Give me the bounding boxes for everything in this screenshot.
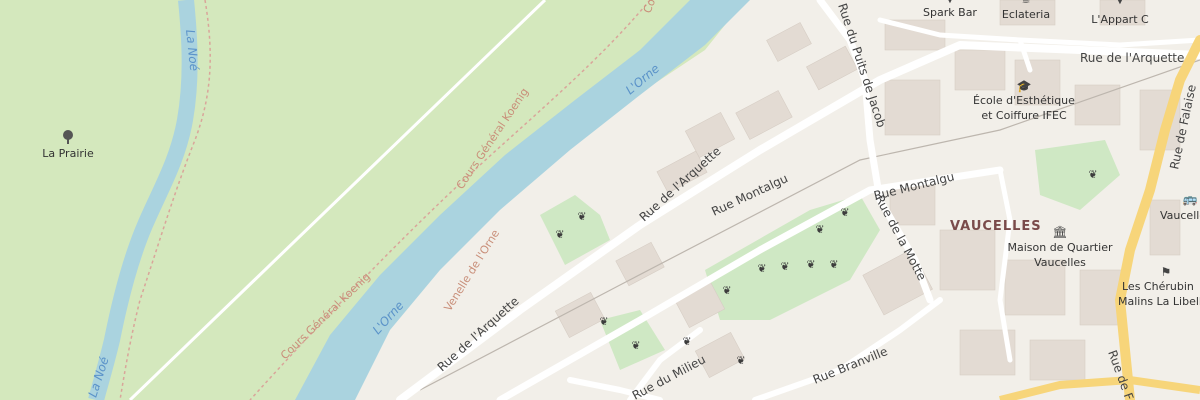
garden-icon: ❦ [815,223,824,236]
poi-label: La Prairie [42,147,94,160]
poi-label: Vaucelles [1160,209,1200,222]
poi-label: L'Appart C [1091,13,1149,26]
garden-icon: ❦ [631,339,640,352]
poi-label-line2: Malins La Libelle [1118,295,1200,308]
garden-icon: ❦ [722,284,731,297]
poi-label: Spark Bar [923,6,977,19]
map-view[interactable]: La Noé La Noé L'Orne L'Orne Cours Généra… [0,0,1200,400]
school-icon: 🎓 [1017,79,1032,93]
cafe-icon: ☕ [1022,0,1031,6]
bus-icon: 🚌 [1183,192,1198,206]
garden-icon: ❦ [780,260,789,273]
bar-icon: ▼ [946,0,954,5]
poi-label-line1: Les Chérubin [1122,280,1194,293]
poi-label-line2: Vaucelles [1034,256,1086,269]
garden-icon: ❦ [577,210,586,223]
map-canvas[interactable]: La Noé La Noé L'Orne L'Orne Cours Généra… [0,0,1200,400]
garden-icon: ❦ [806,258,815,271]
garden-icon: ❦ [757,262,766,275]
poi-label: Eclateria [1002,8,1050,21]
poi-label-line1: Maison de Quartier [1007,241,1112,254]
nursery-icon: ⚑ [1161,265,1172,279]
garden-icon: ❦ [555,228,564,241]
garden-icon: ❦ [736,354,745,367]
street-label-arquette-1: Rue de l'Arquette [1080,51,1184,65]
garden-icon: ❦ [682,335,691,348]
garden-icon: ❦ [829,258,838,271]
poi-label-line1: École d'Esthétique [973,94,1075,107]
garden-icon: ❦ [840,206,849,219]
poi-label-line2: et Coiffure IFEC [981,109,1067,122]
bar-icon: ▼ [1116,0,1124,6]
townhall-icon: 🏛 [1052,225,1067,239]
garden-icon: ❦ [599,315,608,328]
garden-icon: ❦ [1088,168,1097,181]
district-label-vaucelles: VAUCELLES [950,219,1042,234]
